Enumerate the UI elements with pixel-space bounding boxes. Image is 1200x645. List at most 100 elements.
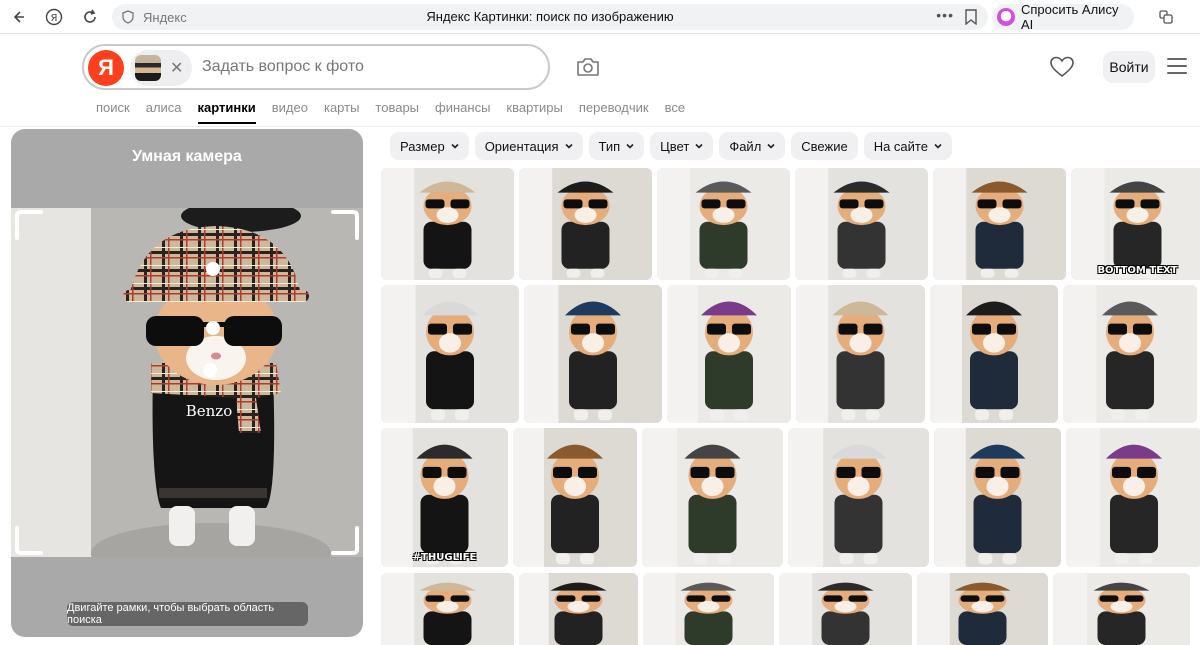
kitten-thumbnail <box>524 285 662 423</box>
filter-file-label: Файл <box>729 138 762 154</box>
uploaded-image-thumbnail <box>135 55 161 81</box>
kitten-thumbnail <box>381 168 514 280</box>
kitten-photo-illustration: Benzo <box>11 208 363 557</box>
kitten-thumbnail <box>643 573 774 645</box>
image-result[interactable] <box>513 428 637 567</box>
tab-goods[interactable]: товары <box>375 100 419 124</box>
shirt-text: Benzo <box>186 402 233 420</box>
chevron-down-icon <box>767 143 775 149</box>
kitten-thumbnail <box>1071 168 1200 280</box>
image-result[interactable] <box>795 168 928 280</box>
filter-fresh[interactable]: Свежие <box>791 132 858 160</box>
image-result[interactable] <box>1066 428 1200 567</box>
shield-icon <box>122 10 134 24</box>
extensions-icon[interactable] <box>1158 9 1174 25</box>
image-result[interactable] <box>642 428 783 567</box>
address-bar[interactable]: Яндекс Яндекс Картинки: поиск по изображ… <box>112 4 988 30</box>
kitten-thumbnail <box>1063 285 1197 423</box>
image-result[interactable]: #THUGLIFE <box>381 428 508 567</box>
bookmark-icon[interactable] <box>964 9 978 25</box>
tab-maps[interactable]: карты <box>324 100 359 124</box>
tab-apartments[interactable]: квартиры <box>506 100 562 124</box>
image-result[interactable] <box>934 428 1061 567</box>
kitten-thumbnail <box>933 168 1066 280</box>
object-hotspot-scarf[interactable] <box>203 363 217 377</box>
kitten-thumbnail <box>796 285 925 423</box>
image-result[interactable] <box>519 168 652 280</box>
back-icon[interactable] <box>0 0 36 34</box>
chevron-down-icon <box>451 143 459 149</box>
hamburger-menu-icon[interactable] <box>1167 58 1187 74</box>
login-button[interactable]: Войти <box>1103 51 1155 83</box>
image-result[interactable] <box>667 285 791 423</box>
filter-file[interactable]: Файл <box>719 132 786 160</box>
chevron-down-icon <box>934 143 942 149</box>
image-result[interactable] <box>930 285 1058 423</box>
filter-type[interactable]: Тип <box>588 132 645 160</box>
ask-alice-button[interactable]: Спросить Алису AI <box>992 2 1134 32</box>
object-hotspot-hat[interactable] <box>206 262 220 276</box>
image-result[interactable] <box>381 573 514 645</box>
image-result[interactable] <box>381 285 519 423</box>
chevron-down-icon <box>626 143 634 149</box>
tab-alice[interactable]: алиса <box>146 100 182 124</box>
yandex-browser-icon[interactable]: Я <box>36 0 72 34</box>
chevron-down-icon <box>564 143 573 149</box>
image-result[interactable] <box>643 573 774 645</box>
image-result[interactable] <box>788 428 929 567</box>
image-result[interactable]: BOTTOM TEXT <box>1071 168 1200 280</box>
filter-color-label: Цвет <box>660 138 690 154</box>
image-result[interactable] <box>524 285 662 423</box>
kitten-thumbnail <box>917 573 1048 645</box>
filter-color[interactable]: Цвет <box>650 132 714 160</box>
image-results-grid: BOTTOM TEXT #THUGLIFE <box>381 168 1200 645</box>
crop-hint: Двигайте рамки, чтобы выбрать область по… <box>67 602 308 626</box>
more-dots-icon[interactable]: ••• <box>936 7 954 23</box>
smart-camera-panel: Умная камера Benzo Двигайте рамки, чтобы… <box>11 129 363 637</box>
kitten-thumbnail <box>779 573 912 645</box>
smart-camera-title: Умная камера <box>132 148 242 165</box>
image-result[interactable] <box>779 573 912 645</box>
service-tabs: поиск алиса картинки видео карты товары … <box>96 100 701 124</box>
image-result[interactable] <box>796 285 925 423</box>
yandex-logo[interactable]: Я <box>88 50 124 86</box>
kitten-thumbnail <box>657 168 790 280</box>
kitten-thumbnail <box>381 428 508 567</box>
object-hotspot-glasses[interactable] <box>206 321 220 335</box>
image-result[interactable] <box>1053 573 1190 645</box>
tab-search[interactable]: поиск <box>96 100 130 124</box>
tab-all[interactable]: все <box>665 100 686 124</box>
filter-on-site-label: На сайте <box>873 138 928 154</box>
search-bar[interactable]: Я ✕ <box>82 44 550 90</box>
kitten-thumbnail <box>513 428 637 567</box>
kitten-thumbnail <box>1066 428 1200 567</box>
tab-translator[interactable]: переводчик <box>579 100 649 124</box>
image-result[interactable] <box>917 573 1048 645</box>
tab-images[interactable]: картинки <box>197 100 256 124</box>
uploaded-image-chip[interactable]: ✕ <box>130 50 192 86</box>
filter-orientation[interactable]: Ориентация <box>474 132 583 160</box>
kitten-thumbnail <box>934 428 1061 567</box>
tab-finance[interactable]: финансы <box>435 100 490 124</box>
chevron-down-icon <box>695 143 703 149</box>
filter-size[interactable]: Размер <box>390 132 469 160</box>
yandex-header: Я ✕ Войти поиск алиса картинки видео кар… <box>0 35 1200 127</box>
close-icon[interactable]: ✕ <box>170 58 183 78</box>
tab-video[interactable]: видео <box>272 100 308 124</box>
address-domain: Яндекс <box>143 9 187 25</box>
kitten-thumbnail <box>667 285 791 423</box>
filter-bar: Размер Ориентация Тип Цвет Файл Свежие Н… <box>390 132 952 160</box>
filter-orientation-label: Ориентация <box>484 138 559 154</box>
alice-icon <box>997 8 1015 26</box>
reload-icon[interactable] <box>72 0 108 34</box>
image-result[interactable] <box>1063 285 1197 423</box>
search-input[interactable] <box>202 56 532 78</box>
image-result[interactable] <box>519 573 638 645</box>
heart-icon[interactable] <box>1049 55 1075 79</box>
image-result[interactable] <box>381 168 514 280</box>
filter-fresh-label: Свежие <box>801 138 848 154</box>
camera-icon[interactable] <box>574 54 602 80</box>
image-result[interactable] <box>657 168 790 280</box>
filter-on-site[interactable]: На сайте <box>863 132 952 160</box>
image-result[interactable] <box>933 168 1066 280</box>
